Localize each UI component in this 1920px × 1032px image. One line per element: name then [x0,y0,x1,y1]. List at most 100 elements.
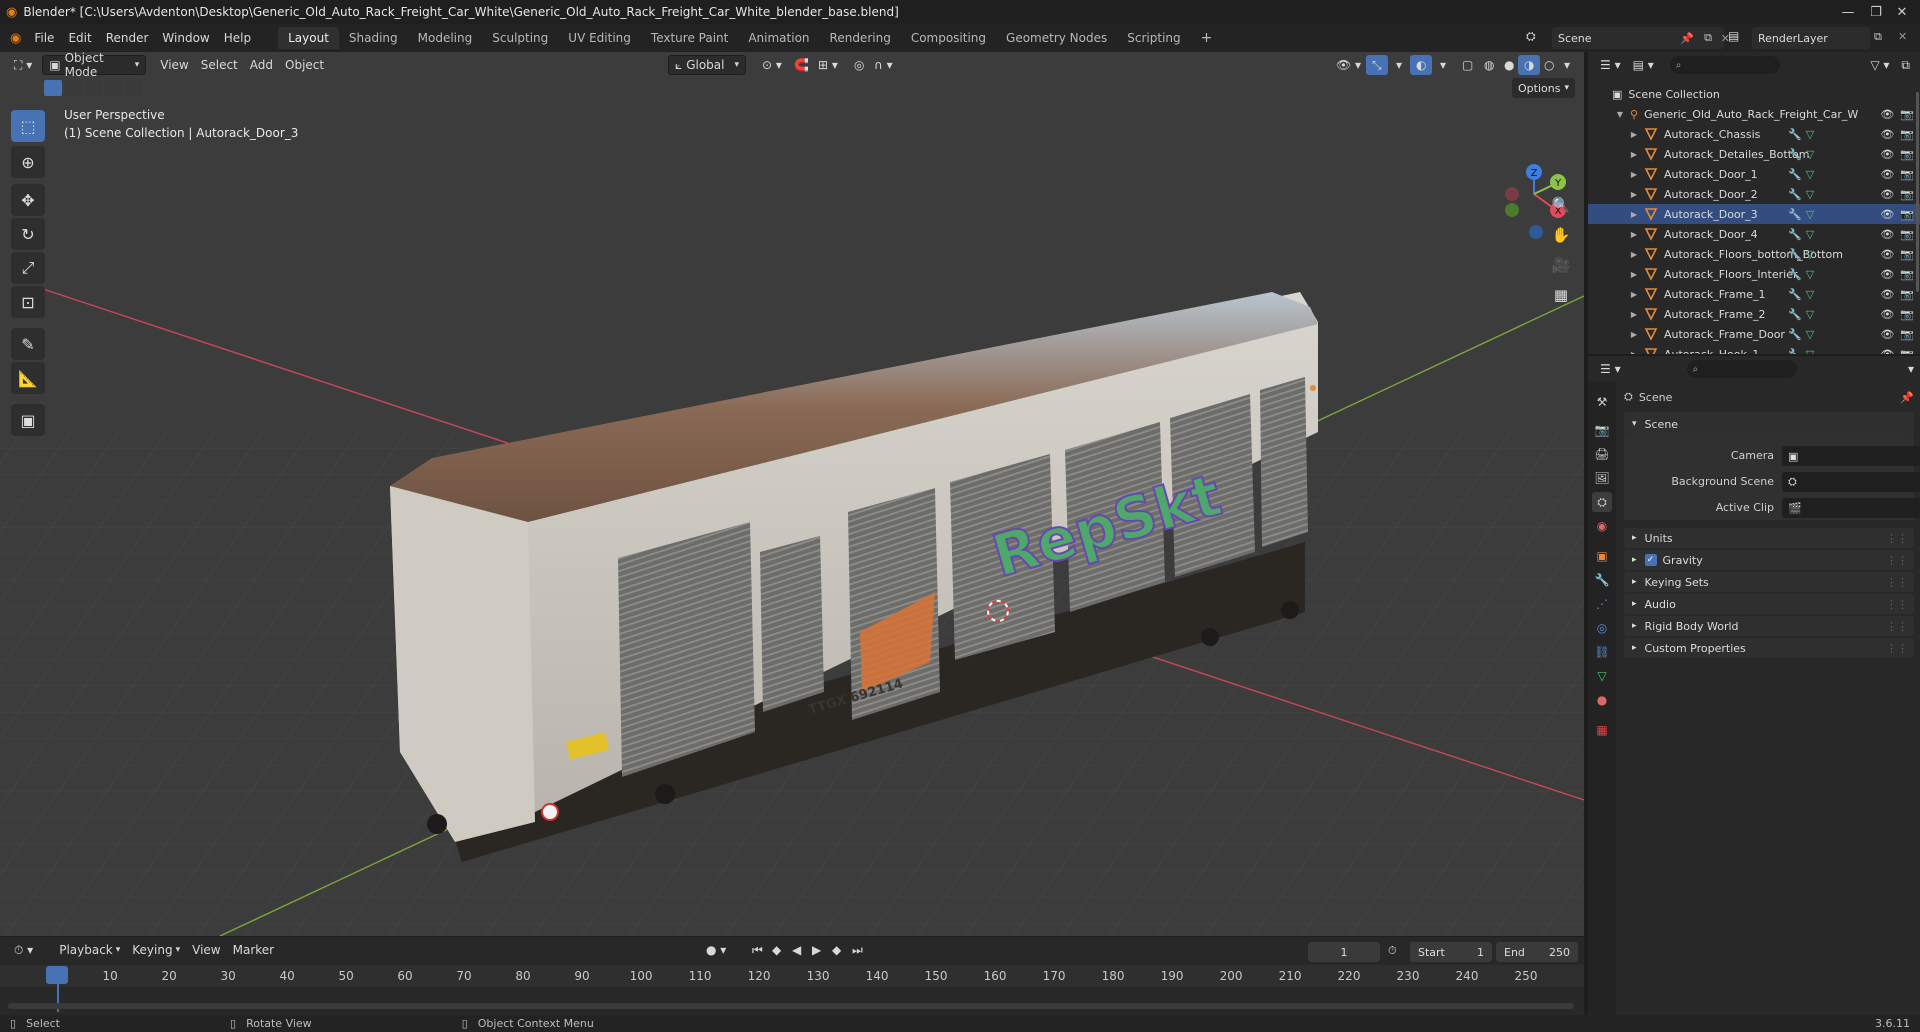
texture-tab-icon[interactable]: ▦ [1592,720,1612,740]
object-tab-icon[interactable]: ▣ [1592,546,1612,566]
modifier-wrench-icon[interactable]: 🔧 [1788,348,1802,355]
outliner-search-input[interactable]: ⌕ [1669,56,1780,74]
cursor-tool-icon[interactable]: ⊕ [11,146,45,178]
visibility-eye-icon[interactable]: 👁 [1880,148,1894,161]
3d-viewport[interactable]: RepSkt TTGX 692114 Z X Y ⛶ ▾ ▣ Object Mo… [0,52,1584,936]
visibility-eye-icon[interactable]: 👁 [1880,348,1894,355]
new-view-layer-icon[interactable]: ⧉ [1874,30,1882,44]
tab-modeling[interactable]: Modeling [408,27,483,49]
menu-window[interactable]: Window [155,27,216,49]
display-mode-icon[interactable]: ▤ ▾ [1627,55,1660,75]
properties-panel[interactable]: ☰ ▾ ⌕ ▾ ⚒ 📷 🖨 🖼 ⛭ ◉ ▣ 🔧 ⋰ ◎ ⛓ ▽ ● ▦ ⛭ Sc… [1588,356,1920,1015]
visibility-eye-icon[interactable]: 👁 [1880,288,1894,301]
view-layer-selector[interactable]: RenderLayer [1752,27,1870,49]
editor-type-icon[interactable]: ⛶ ▾ [8,55,38,75]
expand-arrow-icon[interactable]: ▶ [1628,250,1640,259]
visibility-eye-icon[interactable]: 👁 [1880,248,1894,261]
close-icon[interactable]: ✕ [1882,0,1920,24]
move-tool-icon[interactable]: ✥ [11,184,45,216]
render-camera-icon[interactable]: 📷 [1900,228,1914,241]
select-invert-icon[interactable] [104,80,122,96]
visibility-eye-icon[interactable]: 👁 [1880,168,1894,181]
outliner-panel[interactable]: ☰ ▾ ▤ ▾ ⌕ ▽ ▾ ⧉ ▣ Scene Collection ▼ ⚲ G… [1588,52,1920,354]
render-camera-icon[interactable]: 📷 [1900,108,1914,121]
mesh-data-icon[interactable]: ▽ [1806,208,1814,221]
options-dropdown[interactable]: Options ▾ [1512,78,1575,98]
outliner-object-row[interactable]: ▶ Autorack_Frame_2 🔧 ▽ 👁 📷 [1588,304,1920,324]
render-camera-icon[interactable]: 📷 [1900,308,1914,321]
pin-icon[interactable]: 📌 [1680,32,1694,45]
play-icon[interactable]: ▶ [806,940,827,960]
menu-edit[interactable]: Edit [61,27,98,49]
add-workspace-icon[interactable]: + [1191,27,1223,49]
timeline-editor[interactable]: ⏱ ▾ Playback ▾ Keying ▾ View Marker ● ▾ ⏮ … [0,937,1584,1015]
tab-uv-editing[interactable]: UV Editing [558,27,641,49]
expand-arrow-icon[interactable]: ▶ [1628,350,1640,355]
drag-handle-icon[interactable]: ⋮⋮ [1886,642,1908,655]
transform-orientation-dropdown[interactable]: ⟀ Global ▾ [668,55,746,75]
render-tab-icon[interactable]: 📷 [1592,420,1612,440]
outliner-object-row[interactable]: ▶ Autorack_Detailes_Bottom 🔧 ▽ 👁 📷 [1588,144,1920,164]
prev-keyframe-icon[interactable]: ◆ [766,940,787,960]
menu-marker[interactable]: Marker [227,940,280,960]
outliner-scrollbar[interactable] [1916,92,1919,292]
outliner-object-row[interactable]: ▶ Autorack_Door_2 🔧 ▽ 👁 📷 [1588,184,1920,204]
world-tab-icon[interactable]: ◉ [1592,516,1612,536]
tab-sculpting[interactable]: Sculpting [482,27,558,49]
gizmo-neg-x-axis[interactable] [1505,187,1519,201]
render-camera-icon[interactable]: 📷 [1900,288,1914,301]
measure-tool-icon[interactable]: 📐 [11,362,45,394]
mesh-data-icon[interactable]: ▽ [1806,288,1814,301]
material-tab-icon[interactable]: ● [1592,690,1612,710]
modifier-wrench-icon[interactable]: 🔧 [1788,168,1802,181]
subpanel-custom-properties[interactable]: ▸ Custom Properties ⋮⋮ [1624,638,1914,658]
expand-arrow-icon[interactable]: ▶ [1628,270,1640,279]
mesh-data-icon[interactable]: ▽ [1806,148,1814,161]
snap-icon[interactable]: 🧲 [788,55,815,75]
modifier-wrench-icon[interactable]: 🔧 [1788,328,1802,341]
stopwatch-icon[interactable]: ⏱ [1388,944,1397,958]
timeline-scrollbar[interactable] [8,1003,1574,1009]
prop-field-background-scene[interactable]: ⛭ [1782,472,1920,492]
mesh-data-icon[interactable]: ▽ [1806,188,1814,201]
camera-view-icon[interactable]: 🎥 [1548,252,1574,278]
render-camera-icon[interactable]: 📷 [1900,268,1914,281]
snap-target-icon[interactable]: ⊞ ▾ [812,55,844,75]
next-keyframe-icon[interactable]: ◆ [826,940,847,960]
view-layer-icon[interactable]: ▤ [1728,29,1739,43]
modifier-wrench-icon[interactable]: 🔧 [1788,148,1802,161]
scene-type-icon[interactable]: ⛭ [1526,29,1536,44]
jump-end-icon[interactable]: ⏭ [846,940,869,960]
add-cube-tool-icon[interactable]: ▣ [11,404,45,436]
mesh-data-icon[interactable]: ▽ [1806,168,1814,181]
outliner-scene-collection[interactable]: ▣ Scene Collection [1588,84,1920,104]
play-reverse-icon[interactable]: ◀ [786,940,807,960]
gizmo-toggle-icon[interactable]: ⤡ [1366,55,1388,75]
scale-tool-icon[interactable]: ⤢ [11,252,45,284]
subpanel-gravity[interactable]: ▸ ✓ Gravity ⋮⋮ [1624,550,1914,570]
outliner-object-row[interactable]: ▶ Autorack_Door_1 🔧 ▽ 👁 📷 [1588,164,1920,184]
zoom-icon[interactable]: 🔍 [1548,192,1574,218]
render-camera-icon[interactable]: 📷 [1900,128,1914,141]
select-new-icon[interactable] [44,80,62,96]
menu-keying[interactable]: Keying ▾ [126,940,186,960]
subpanel-audio[interactable]: ▸ Audio ⋮⋮ [1624,594,1914,614]
outliner-object-row[interactable]: ▶ Autorack_Hook_1 🔧 ▽ 👁 📷 [1588,344,1920,354]
select-intersect-icon[interactable] [124,80,142,96]
mesh-data-icon[interactable]: ▽ [1806,228,1814,241]
timeline-editor-type-icon[interactable]: ⏱ ▾ [8,940,39,960]
outliner-object-row[interactable]: ▶ Autorack_Floors_Interier 🔧 ▽ 👁 📷 [1588,264,1920,284]
modifier-wrench-icon[interactable]: 🔧 [1788,188,1802,201]
mesh-data-icon[interactable]: ▽ [1806,248,1814,261]
select-extend-icon[interactable] [64,80,82,96]
outliner-object-row[interactable]: ▶ Autorack_Chassis 🔧 ▽ 👁 📷 [1588,124,1920,144]
tab-animation[interactable]: Animation [738,27,819,49]
expand-arrow-icon[interactable]: ▶ [1628,310,1640,319]
scene-panel-header[interactable]: ▾ Scene [1624,412,1914,436]
visibility-eye-icon[interactable]: 👁 [1880,268,1894,281]
gizmo-neg-z-axis[interactable] [1529,225,1543,239]
visibility-eye-icon[interactable]: 👁 [1880,228,1894,241]
outliner-editor-type-icon[interactable]: ☰ ▾ [1594,55,1627,75]
gizmo-neg-y-axis[interactable] [1505,203,1519,217]
tab-layout[interactable]: Layout [278,27,339,49]
